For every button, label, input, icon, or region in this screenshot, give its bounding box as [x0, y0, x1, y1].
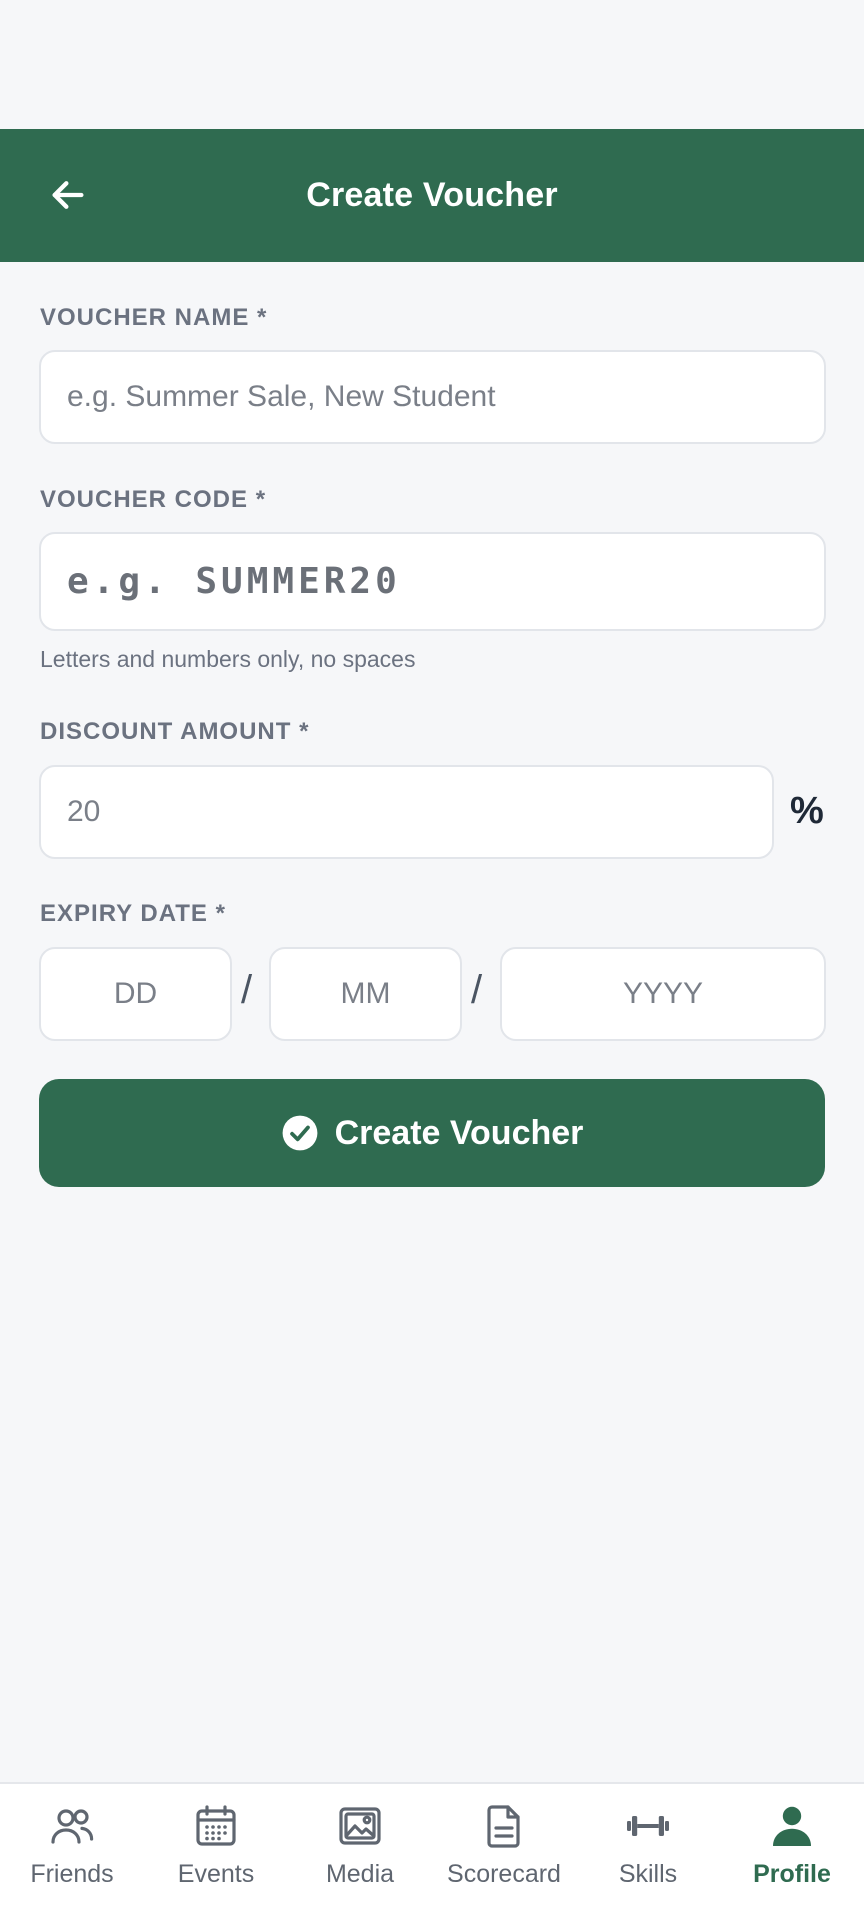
friends-icon: [46, 1800, 98, 1852]
nav-item-events[interactable]: Events: [144, 1784, 288, 1923]
calendar-icon: [190, 1800, 242, 1852]
expiry-year-container: [500, 947, 826, 1041]
nav-label-skills: Skills: [618, 1860, 678, 1888]
nav-item-skills[interactable]: Skills: [576, 1784, 720, 1923]
expiry-date-label: EXPIRY DATE *: [40, 900, 226, 927]
nav-item-profile[interactable]: Profile: [720, 1784, 864, 1923]
check-circle-icon: [282, 1115, 318, 1151]
voucher-name-label: VOUCHER NAME *: [40, 304, 268, 331]
voucher-name-input[interactable]: [41, 352, 824, 442]
date-separator: /: [471, 968, 483, 1012]
app-bar: Create Voucher: [0, 129, 864, 262]
voucher-code-field-container: [39, 532, 826, 631]
nav-label-profile: Profile: [753, 1860, 831, 1888]
voucher-code-helper-text: Letters and numbers only, no spaces: [40, 646, 416, 672]
expiry-year-input[interactable]: [502, 949, 824, 1039]
image-icon: [334, 1800, 386, 1852]
bottom-navigation: Friends Events Media Scorecard Skills Pr…: [0, 1782, 864, 1923]
voucher-name-field-container: [39, 350, 826, 444]
discount-field-container: [39, 765, 774, 859]
nav-item-friends[interactable]: Friends: [0, 1784, 144, 1923]
date-separator: /: [241, 968, 253, 1012]
expiry-day-input[interactable]: [41, 949, 230, 1039]
voucher-code-input[interactable]: [41, 534, 824, 629]
dumbbell-icon: [622, 1800, 674, 1852]
create-voucher-button[interactable]: Create Voucher: [39, 1079, 825, 1187]
discount-amount-label: DISCOUNT AMOUNT *: [40, 718, 310, 745]
create-voucher-button-label: Create Voucher: [334, 1113, 584, 1152]
expiry-day-container: [39, 947, 232, 1041]
arrow-left-icon: [52, 181, 84, 209]
nav-item-scorecard[interactable]: Scorecard: [432, 1784, 576, 1923]
nav-label-media: Media: [325, 1860, 395, 1888]
expiry-month-input[interactable]: [271, 949, 460, 1039]
nav-label-scorecard: Scorecard: [447, 1860, 561, 1888]
expiry-month-container: [269, 947, 462, 1041]
page-title: Create Voucher: [306, 176, 558, 214]
nav-label-friends: Friends: [30, 1860, 114, 1888]
status-bar: [0, 0, 864, 129]
back-button[interactable]: [36, 163, 100, 227]
discount-amount-input[interactable]: [41, 767, 772, 857]
nav-label-events: Events: [177, 1860, 255, 1888]
document-icon: [478, 1800, 530, 1852]
percent-suffix: %: [790, 790, 824, 832]
voucher-code-label: VOUCHER CODE *: [40, 486, 267, 513]
person-icon: [766, 1800, 818, 1852]
nav-item-media[interactable]: Media: [288, 1784, 432, 1923]
